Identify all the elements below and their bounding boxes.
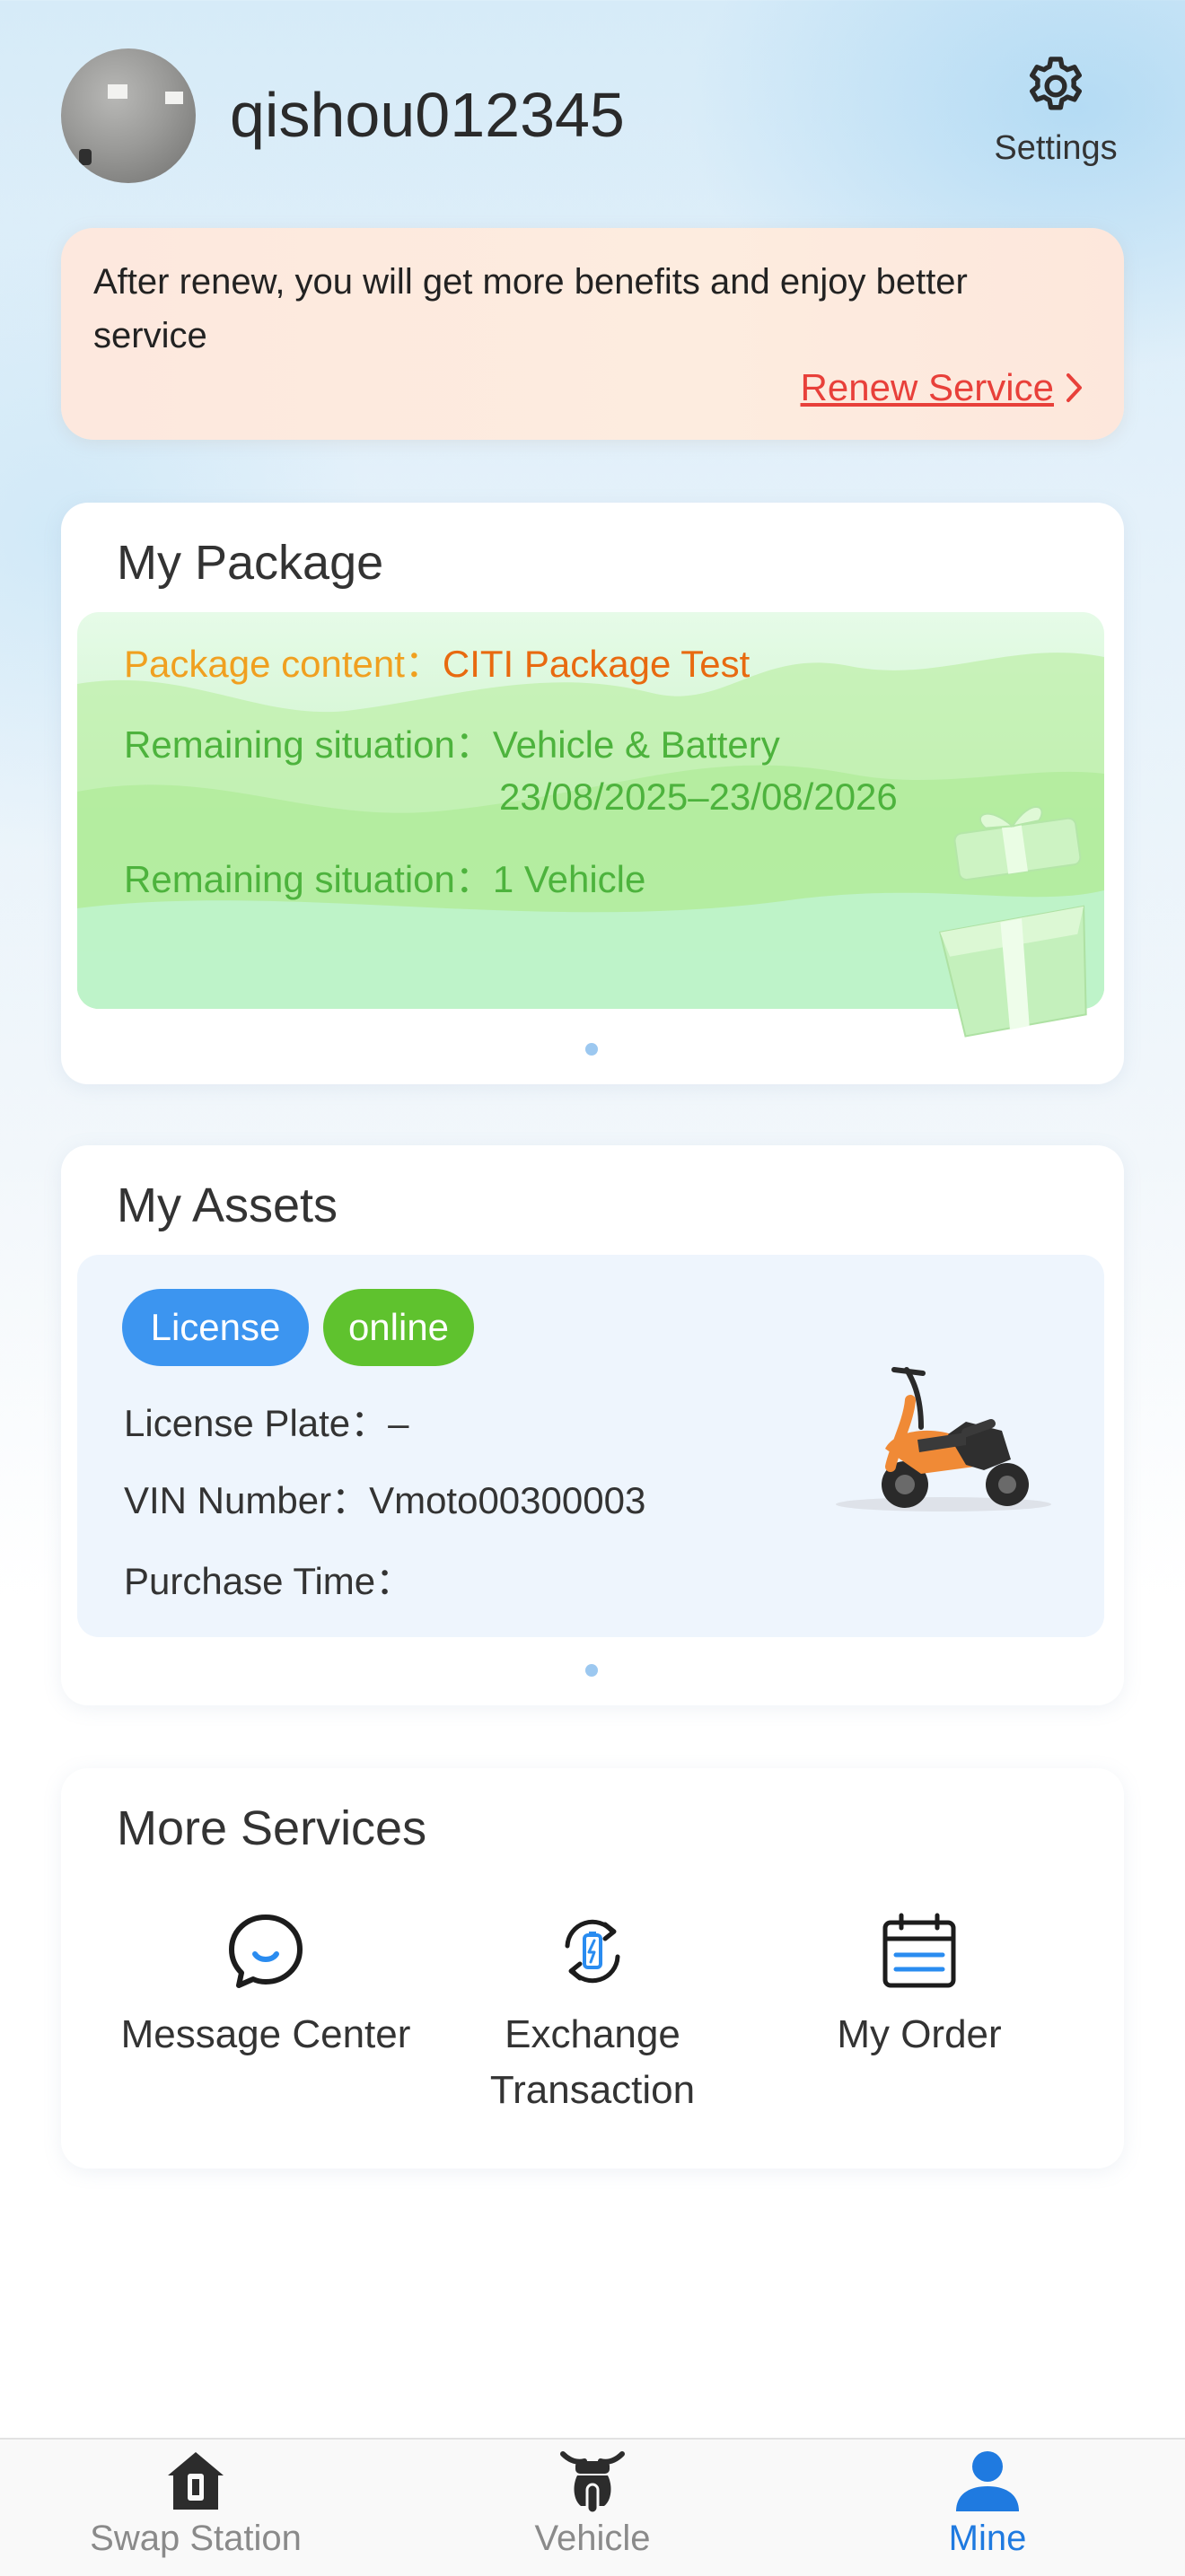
remaining-value-1a: Vehicle & Battery (492, 723, 780, 766)
license-plate-value: – (388, 1402, 409, 1444)
purchase-time-label: Purchase Time： (124, 1560, 414, 1602)
services-card: More Services Message Center Exchange Tr… (61, 1768, 1124, 2169)
nav-swap-station[interactable]: Swap Station (61, 2445, 330, 2559)
package-content-label: Package content： (124, 643, 443, 685)
scooter-image (836, 1367, 1051, 1511)
nav-mine[interactable]: Mine (853, 2445, 1122, 2559)
package-title: My Package (117, 536, 384, 590)
message-center-button[interactable]: Message Center (104, 1912, 427, 2063)
bottom-nav: Swap Station Vehicle Mine (0, 2438, 1185, 2576)
asset-panel[interactable]: License online License Plate：– VIN Numbe… (77, 1255, 1104, 1637)
nav-swap-station-label: Swap Station (90, 2519, 302, 2558)
vin-label: VIN Number： (124, 1479, 370, 1521)
username: qishou012345 (230, 80, 625, 150)
gear-icon (1030, 57, 1082, 110)
license-plate-label: License Plate： (124, 1402, 389, 1444)
nav-mine-label: Mine (948, 2519, 1027, 2558)
renew-service-label: Renew Service (800, 366, 1054, 408)
vin-row: VIN Number：Vmoto00300003 (124, 1470, 645, 1525)
remaining-row-1: Remaining situation：Vehicle & Battery (124, 720, 780, 770)
scooter-icon (560, 2451, 625, 2515)
exchange-transaction-label: Exchange Transaction (489, 2012, 696, 2112)
chevron-right-icon (1066, 373, 1082, 402)
gift-box-icon (938, 806, 1087, 1038)
nav-vehicle-label: Vehicle (534, 2519, 651, 2558)
exchange-transaction-button[interactable]: Exchange Transaction (431, 1912, 754, 2118)
user-icon (956, 2451, 1019, 2511)
assets-title: My Assets (117, 1178, 338, 1232)
remaining-label-1: Remaining situation： (124, 723, 493, 766)
calendar-list-icon (882, 1913, 956, 1988)
avatar[interactable] (61, 48, 196, 183)
online-status-badge: online (323, 1289, 474, 1366)
purchase-time-row: Purchase Time： (124, 1551, 413, 1606)
license-plate-row: License Plate：– (124, 1393, 409, 1448)
settings-label: Settings (994, 129, 1118, 167)
renew-banner: After renew, you will get more benefits … (61, 228, 1124, 440)
battery-exchange-icon (565, 1919, 620, 1984)
remaining-row-2: Remaining situation：1 Vehicle (124, 854, 645, 905)
package-card: My Package Package content：CITI Package … (61, 503, 1124, 1084)
services-title: More Services (117, 1801, 427, 1855)
vin-value: Vmoto00300003 (369, 1479, 646, 1521)
remaining-value-1b: 23/08/2025–23/08/2026 (499, 775, 898, 818)
renew-message: After renew, you will get more benefits … (93, 262, 968, 355)
assets-card: My Assets License online License Plate：–… (61, 1145, 1124, 1705)
package-content-row: Package content：CITI Package Test (124, 639, 750, 689)
message-center-label: Message Center (120, 2012, 411, 2056)
assets-pager-dot[interactable] (585, 1664, 598, 1677)
package-pager-dot[interactable] (585, 1043, 598, 1056)
remaining-value-2: 1 Vehicle (492, 858, 646, 900)
swap-station-icon (168, 2452, 224, 2510)
chat-bubble-icon (229, 1914, 303, 1988)
package-content-value: CITI Package Test (442, 643, 750, 685)
renew-service-link[interactable]: Renew Service (801, 361, 1084, 415)
my-order-button[interactable]: My Order (758, 1912, 1081, 2063)
my-order-label: My Order (837, 2012, 1002, 2056)
settings-button[interactable]: Settings (979, 52, 1133, 178)
remaining-label-2: Remaining situation： (124, 858, 493, 900)
nav-vehicle[interactable]: Vehicle (458, 2445, 727, 2559)
license-tag: License (122, 1289, 309, 1366)
